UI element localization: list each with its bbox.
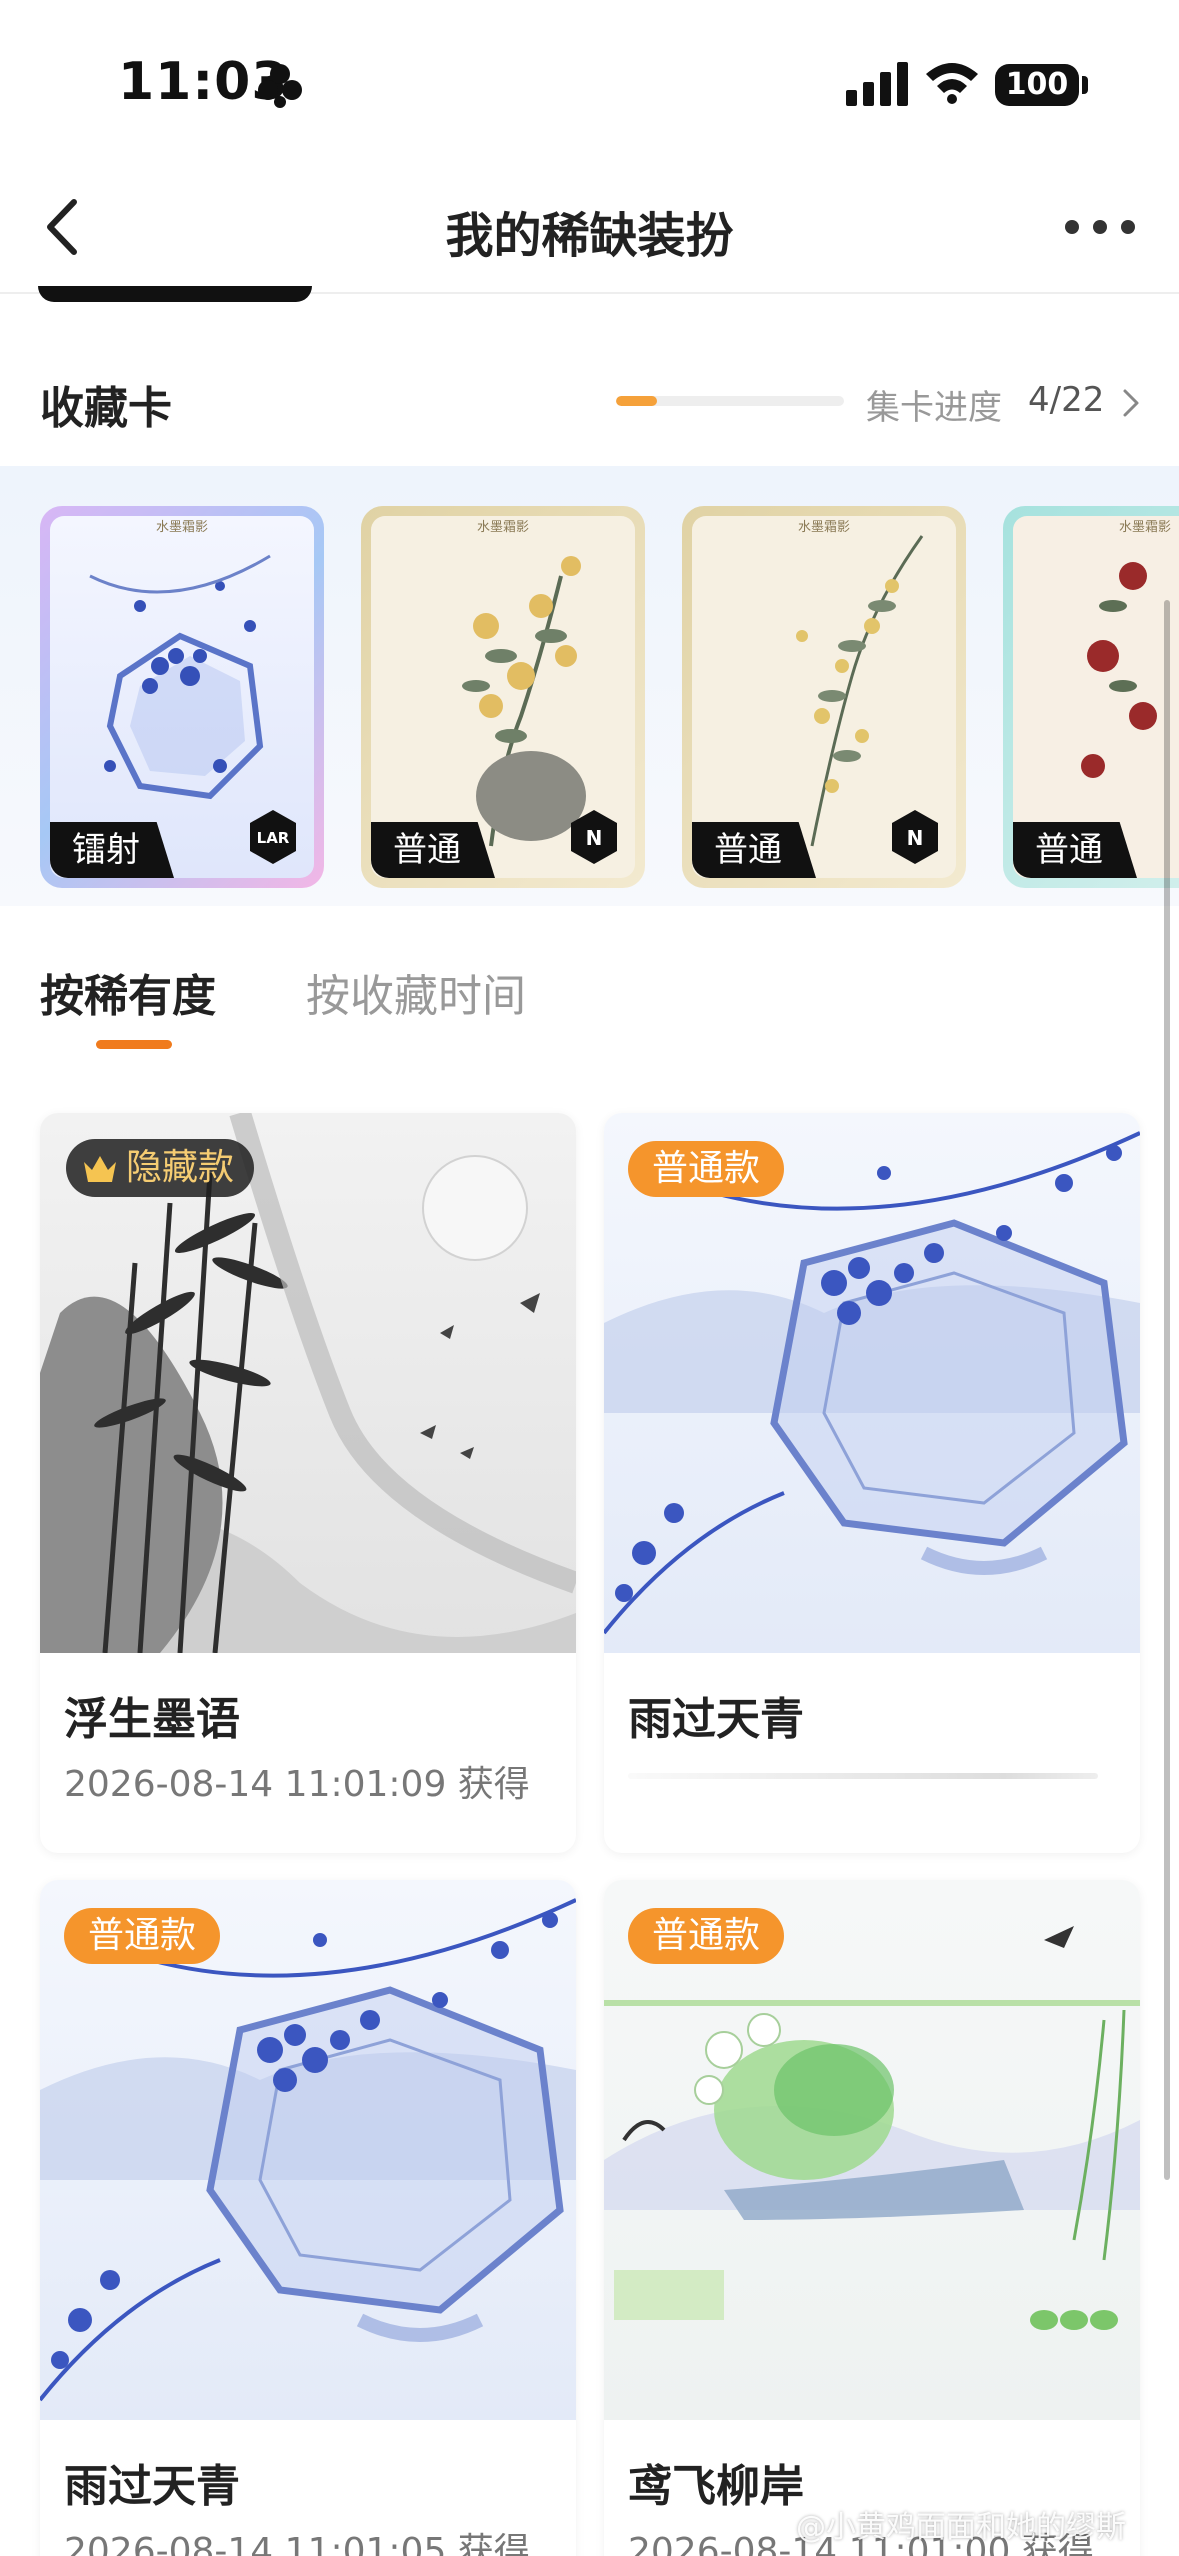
lar-badge-icon: LAR	[250, 810, 296, 864]
chevron-right-icon[interactable]	[1120, 386, 1142, 420]
product-name: 鸢飞柳岸	[628, 2461, 804, 2512]
svg-text:N: N	[586, 826, 603, 850]
crown-icon	[84, 1156, 116, 1182]
partial-item-above	[38, 286, 312, 302]
collection-progress-fill	[616, 396, 658, 406]
product-image: 普通款	[604, 1880, 1140, 2420]
tab-by-time[interactable]: 按收藏时间	[306, 960, 526, 1024]
card-brand: 水墨霜影	[476, 520, 529, 535]
loading-placeholder	[628, 1773, 1098, 1779]
card-brand: 水墨霜影	[1118, 520, 1171, 535]
svg-text:N: N	[907, 826, 924, 850]
status-bar: 11:03 100	[0, 0, 1179, 160]
normal-badge-icon: N	[892, 810, 938, 864]
nav-bar: 我的稀缺装扮	[0, 160, 1179, 294]
product-acquired-time: 2026-08-14 11:01:05 获得	[64, 2531, 530, 2556]
cellular-signal-icon	[846, 62, 908, 106]
more-options-icon[interactable]	[1062, 212, 1138, 242]
wifi-icon	[926, 63, 978, 104]
product-image: 普通款	[604, 1113, 1140, 1653]
collection-card-art: 水墨霜影 普通 N	[692, 516, 956, 878]
collection-progress-bar	[616, 396, 844, 406]
normal-edition-tag: 普通款	[628, 1908, 785, 1964]
hidden-tag-label: 隐藏款	[126, 1147, 235, 1188]
clover-icon	[258, 64, 302, 108]
card-rarity-tag: 镭射	[50, 822, 174, 878]
collection-card[interactable]: 水墨霜影 普通 N	[682, 506, 966, 888]
product-name: 浮生墨语	[64, 1694, 240, 1745]
collection-card[interactable]: 水墨霜影 普通 N	[361, 506, 645, 888]
normal-edition-tag: 普通款	[628, 1141, 785, 1197]
card-brand: 水墨霜影	[797, 520, 850, 535]
tab-by-rarity[interactable]: 按稀有度	[40, 960, 216, 1024]
normal-edition-tag: 普通款	[64, 1908, 221, 1964]
product-card[interactable]: 普通款 雨过天青	[604, 1113, 1140, 1853]
scrollbar[interactable]	[1164, 600, 1170, 2180]
battery-indicator: 100	[995, 64, 1079, 106]
collection-card[interactable]: 水墨霜影 普通	[1003, 506, 1179, 888]
svg-text:LAR: LAR	[257, 829, 290, 847]
product-image: 隐藏款	[40, 1113, 576, 1653]
collection-card-art: 水墨霜影 普通	[1013, 516, 1179, 878]
collection-card[interactable]: 水墨霜影 镭射 LAR	[40, 506, 324, 888]
product-card[interactable]: 隐藏款 浮生墨语 2026-08-14 11:01:09 获得	[40, 1113, 576, 1853]
product-name: 雨过天青	[628, 1694, 804, 1745]
active-tab-indicator	[96, 1040, 172, 1049]
watermark: @小黄鸡面面和她的缪斯	[796, 2510, 1126, 2545]
card-rarity-tag: 普通	[692, 822, 816, 878]
product-name: 雨过天青	[64, 2461, 240, 2512]
normal-badge-icon: N	[571, 810, 617, 864]
page-title: 我的稀缺装扮	[445, 208, 734, 264]
collection-progress-count[interactable]: 4/22	[1028, 380, 1104, 420]
collection-title: 收藏卡	[40, 383, 172, 434]
collection-card-art: 水墨霜影 镭射 LAR	[50, 516, 314, 878]
product-card[interactable]: 普通款 雨过天青 2026-08-14 11:01:05 获得	[40, 1880, 576, 2556]
collection-progress-label[interactable]: 集卡进度	[866, 380, 1002, 429]
collection-card-art: 水墨霜影 普通 N	[371, 516, 635, 878]
product-acquired-time: 2026-08-14 11:01:09 获得	[64, 1764, 530, 1805]
product-card[interactable]: 普通款 鸢飞柳岸 2026-08-14 11:01:00 获得	[604, 1880, 1140, 2556]
collection-card-strip[interactable]: 水墨霜影 镭射 LAR 水墨霜影 普通 N 水墨霜影 普通 N 水墨霜影 普通	[0, 466, 1179, 906]
product-image: 普通款	[40, 1880, 576, 2420]
card-rarity-tag: 普通	[371, 822, 495, 878]
card-rarity-tag: 普通	[1013, 822, 1137, 878]
card-brand: 水墨霜影	[155, 520, 208, 535]
battery-tip	[1082, 76, 1088, 94]
hidden-edition-tag: 隐藏款	[66, 1139, 255, 1197]
